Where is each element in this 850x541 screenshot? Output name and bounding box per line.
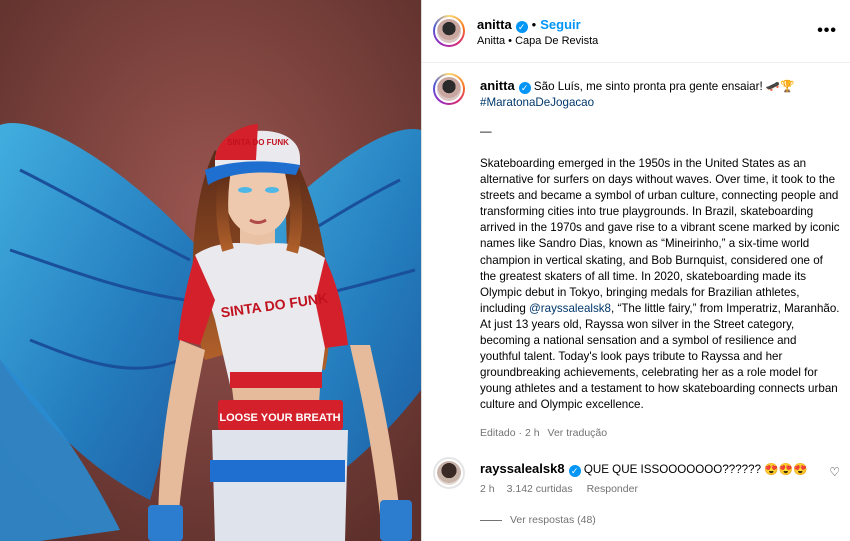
hashtag-link[interactable]: #MaratonaDeJogacao — [480, 96, 594, 109]
post-header: anitta ✓ • Seguir Anitta • Capa De Revista … — [422, 0, 850, 63]
view-replies-label[interactable]: Ver respostas (48) — [510, 514, 596, 526]
comment-meta: 2 h 3.142 curtidas Responder — [480, 483, 646, 495]
author-avatar[interactable] — [433, 15, 465, 47]
replies-line — [480, 519, 502, 521]
edited-timestamp: Editado · 2 h — [480, 427, 540, 439]
follow-button[interactable]: Seguir — [540, 17, 580, 32]
post-image: SINTA DO FUNK LOOSE YOUR BREATH SINTA DO… — [0, 0, 421, 541]
more-options-icon[interactable]: ••• — [817, 22, 837, 40]
commenter-username[interactable]: rayssalealsk8 — [480, 461, 565, 476]
separator-dot: • — [531, 17, 537, 32]
caption-separator: — — [480, 125, 492, 138]
caption-avatar[interactable] — [433, 73, 465, 105]
post-side-panel: anitta ✓ • Seguir Anitta • Capa De Revista … — [421, 0, 850, 541]
caption-meta: Editado · 2 h Ver tradução — [480, 427, 615, 439]
author-username[interactable]: anitta — [477, 17, 512, 32]
caption-first-line: São Luís, me sinto pronta pra gente ensa… — [533, 80, 795, 93]
reply-button[interactable]: Responder — [587, 483, 638, 495]
view-replies[interactable]: Ver respostas (48) — [480, 514, 604, 526]
comment-likes[interactable]: 3.142 curtidas — [507, 483, 573, 495]
comment-time: 2 h — [480, 483, 495, 495]
post-photo[interactable]: SINTA DO FUNK LOOSE YOUR BREATH SINTA DO… — [0, 0, 421, 541]
verified-badge-icon: ✓ — [515, 21, 528, 33]
verified-badge-icon: ✓ — [568, 465, 581, 477]
mention-link[interactable]: @rayssalealsk8 — [529, 302, 611, 315]
caption-body-part1: Skateboarding emerged in the 1950s in th… — [480, 157, 840, 315]
waistband-print: LOOSE YOUR BREATH — [219, 412, 340, 424]
comment: rayssalealsk8 ✓ QUE QUE ISSOOOOOOO?????? … — [480, 461, 820, 478]
like-comment-heart-icon[interactable]: ♡ — [829, 465, 840, 479]
commenter-avatar[interactable] — [433, 457, 465, 489]
verified-badge-icon: ✓ — [518, 82, 531, 94]
post-subtitle[interactable]: Anitta • Capa De Revista — [477, 35, 598, 47]
caption-header: anitta ✓ São Luís, me sinto pronta pra ge… — [480, 78, 840, 111]
cap-print: SINTA DO FUNK — [227, 138, 289, 147]
translate-link[interactable]: Ver tradução — [548, 427, 608, 439]
caption-body: Skateboarding emerged in the 1950s in th… — [480, 156, 840, 414]
caption-username[interactable]: anitta — [480, 78, 515, 93]
comment-text: QUE QUE ISSOOOOOOO?????? 😍😍😍 — [583, 463, 808, 476]
caption-body-part2: , “The little fairy,” from Imperatriz, M… — [480, 301, 840, 412]
